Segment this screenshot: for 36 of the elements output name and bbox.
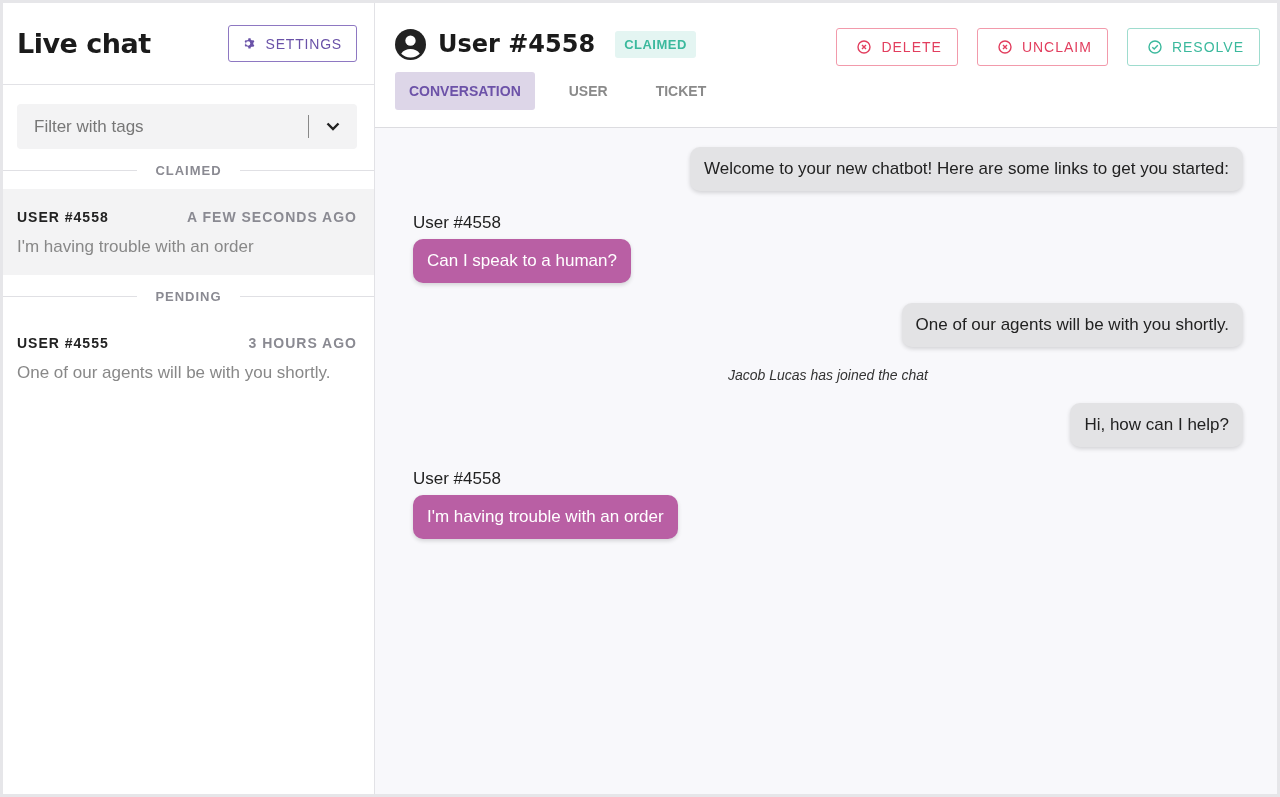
- conversation-preview: I'm having trouble with an order: [17, 237, 255, 257]
- gear-icon: [242, 37, 256, 50]
- x-circle-icon: [857, 40, 872, 54]
- user-avatar-icon: [395, 28, 426, 60]
- chevron-down-icon: [326, 122, 340, 131]
- group-label: CLAIMED: [155, 162, 222, 178]
- conversation-item[interactable]: USER #4558 A FEW SECONDS AGO I'm having trouble with an order: [3, 189, 374, 275]
- user-message: I'm having trouble with an order: [413, 495, 678, 539]
- message-author: User #4558: [413, 469, 501, 489]
- conversation-item[interactable]: USER #4555 3 HOURS AGO One of our agents will be with you shortly.: [3, 315, 374, 401]
- tag-filter-field[interactable]: Filter with tags: [17, 116, 308, 137]
- settings-button[interactable]: SETTINGS: [227, 25, 357, 62]
- resolve-button[interactable]: RESOLVE: [1126, 28, 1260, 66]
- action-button[interactable]: DELETE: [836, 28, 958, 66]
- user-message: Can I speak to a human?: [413, 239, 631, 283]
- conversation-preview: One of our agents will be with you shortly.: [17, 363, 332, 383]
- conversation-user: USER #4558: [17, 209, 109, 225]
- conversation-title: User #4558: [438, 30, 596, 58]
- message-author: User #4558: [413, 213, 501, 233]
- conversation-user: USER #4555: [17, 335, 109, 351]
- system-event: Jacob Lucas has joined the chat: [728, 367, 928, 383]
- tag-filter-dropdown[interactable]: Filter with tags: [17, 104, 357, 149]
- group-label: PENDING: [155, 288, 222, 304]
- conversation-time: A FEW SECONDS AGO: [187, 209, 357, 225]
- status-badge: CLAIMED: [615, 30, 696, 58]
- check-circle-icon: [1147, 40, 1162, 54]
- app-title: Live chat: [17, 28, 151, 59]
- agent-message: One of our agents will be with you shortly.: [901, 303, 1243, 347]
- tab[interactable]: CONVERSATION: [395, 72, 535, 110]
- action-button[interactable]: UNCLAIM: [976, 28, 1108, 66]
- x-circle-icon: [997, 40, 1012, 54]
- agent-message: Welcome to your new chatbot! Here are some links to get you started:: [689, 147, 1243, 191]
- agent-message: Hi, how can I help?: [1070, 403, 1243, 447]
- conversation-time: 3 HOURS AGO: [248, 335, 357, 351]
- tab[interactable]: TICKET: [641, 72, 721, 110]
- tab[interactable]: USER: [554, 72, 622, 110]
